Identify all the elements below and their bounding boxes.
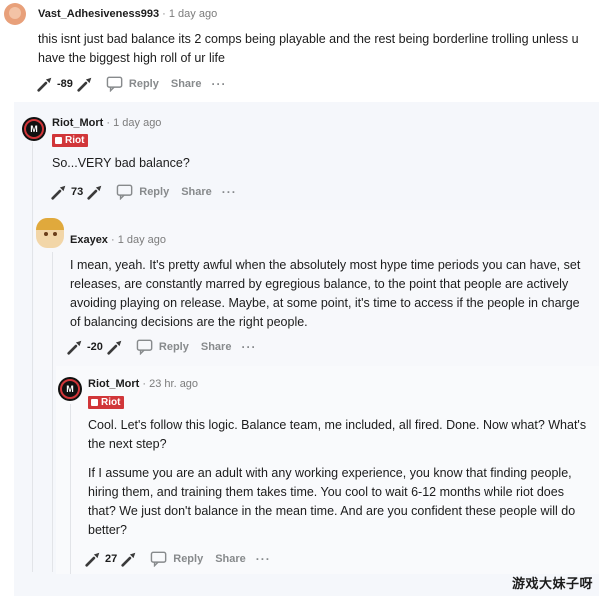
share-button[interactable]: Share: [201, 341, 232, 353]
vote-score: -89: [57, 78, 73, 90]
comment-body: Cool. Let's follow this logic. Balance t…: [88, 416, 588, 540]
downvote-arrow-icon[interactable]: [120, 550, 138, 568]
comment-bubble-icon: [136, 339, 153, 355]
comment-paragraph: Cool. Let's follow this logic. Balance t…: [88, 418, 587, 451]
more-options-button[interactable]: ···: [211, 77, 226, 91]
thread-line[interactable]: [32, 142, 33, 572]
riot-flair-badge: Riot: [88, 396, 125, 409]
reply-label: Reply: [173, 553, 204, 565]
comment-meta: Riot_Mort · 23 hr. ago: [88, 378, 198, 390]
vote-score: -20: [87, 341, 103, 353]
reply-button[interactable]: Reply: [116, 184, 169, 200]
more-options-button[interactable]: ···: [222, 185, 237, 199]
reply-button[interactable]: Reply: [150, 551, 203, 567]
reply-button[interactable]: Reply: [136, 339, 189, 355]
share-button[interactable]: Share: [171, 78, 202, 90]
upvote-arrow-icon[interactable]: [66, 338, 84, 356]
vote-score: 27: [105, 553, 118, 565]
comment-paragraph: So...VERY bad balance?: [52, 156, 190, 170]
timestamp[interactable]: · 1 day ago: [162, 8, 217, 20]
comment-meta: Exayex · 1 day ago: [70, 234, 166, 246]
comment-bubble-icon: [106, 76, 123, 92]
username[interactable]: Riot_Mort: [52, 117, 103, 129]
comment-paragraph: this isnt just bad balance its 2 comps b…: [38, 32, 579, 65]
more-options-button[interactable]: ···: [256, 552, 271, 566]
upvote-arrow-icon[interactable]: [36, 75, 54, 93]
riot-flair-badge: Riot: [52, 134, 89, 147]
comment-paragraph: If I assume you are an adult with any wo…: [88, 466, 576, 537]
riot-fist-icon: [55, 137, 62, 144]
flair-label: Riot: [65, 135, 85, 146]
thread-line[interactable]: [52, 252, 53, 572]
upvote-arrow-icon[interactable]: [50, 183, 68, 201]
comment-meta: Riot_Mort · 1 day ago: [52, 117, 161, 129]
vote-score: 73: [71, 186, 84, 198]
timestamp[interactable]: · 1 day ago: [106, 117, 161, 129]
vote-group: -20: [66, 338, 124, 356]
avatar[interactable]: [4, 3, 26, 25]
timestamp[interactable]: · 23 hr. ago: [142, 378, 198, 390]
upvote-arrow-icon[interactable]: [84, 550, 102, 568]
more-options-button[interactable]: ···: [241, 340, 256, 354]
comment-actions: 73 Reply Share ···: [50, 182, 237, 202]
reply-label: Reply: [158, 341, 189, 353]
vote-group: -89: [36, 75, 94, 93]
username[interactable]: Vast_Adhesiveness993: [38, 8, 159, 20]
comment-bubble-icon: [150, 551, 167, 567]
downvote-arrow-icon[interactable]: [76, 75, 94, 93]
vote-group: 27: [84, 550, 138, 568]
reply-label: Reply: [128, 78, 159, 90]
comment-actions: 27 Reply Share ···: [84, 549, 271, 569]
share-button[interactable]: Share: [181, 186, 212, 198]
comment-meta: Vast_Adhesiveness993 · 1 day ago: [38, 8, 217, 20]
comment-actions: -20 Reply Share ···: [66, 337, 256, 357]
timestamp[interactable]: · 1 day ago: [111, 234, 166, 246]
riot-fist-icon: [91, 399, 98, 406]
vote-group: 73: [50, 183, 104, 201]
comment-paragraph: I mean, yeah. It's pretty awful when the…: [70, 258, 581, 329]
share-button[interactable]: Share: [215, 553, 246, 565]
thread-line[interactable]: [70, 404, 71, 574]
comment-body: So...VERY bad balance?: [52, 154, 582, 173]
avatar[interactable]: [36, 218, 64, 248]
reply-button[interactable]: Reply: [106, 76, 159, 92]
downvote-arrow-icon[interactable]: [106, 338, 124, 356]
comment-body: this isnt just bad balance its 2 comps b…: [38, 30, 593, 68]
flair-label: Riot: [101, 397, 121, 408]
username[interactable]: Riot_Mort: [88, 378, 139, 390]
comment-actions: -89 Reply Share ···: [36, 74, 226, 94]
avatar[interactable]: M: [58, 377, 82, 401]
username[interactable]: Exayex: [70, 234, 108, 246]
avatar[interactable]: M: [22, 117, 46, 141]
comment-bubble-icon: [116, 184, 133, 200]
reply-label: Reply: [139, 186, 170, 198]
comment-body: I mean, yeah. It's pretty awful when the…: [70, 256, 590, 332]
watermark: 游戏大妹子呀: [511, 577, 593, 592]
downvote-arrow-icon[interactable]: [86, 183, 104, 201]
